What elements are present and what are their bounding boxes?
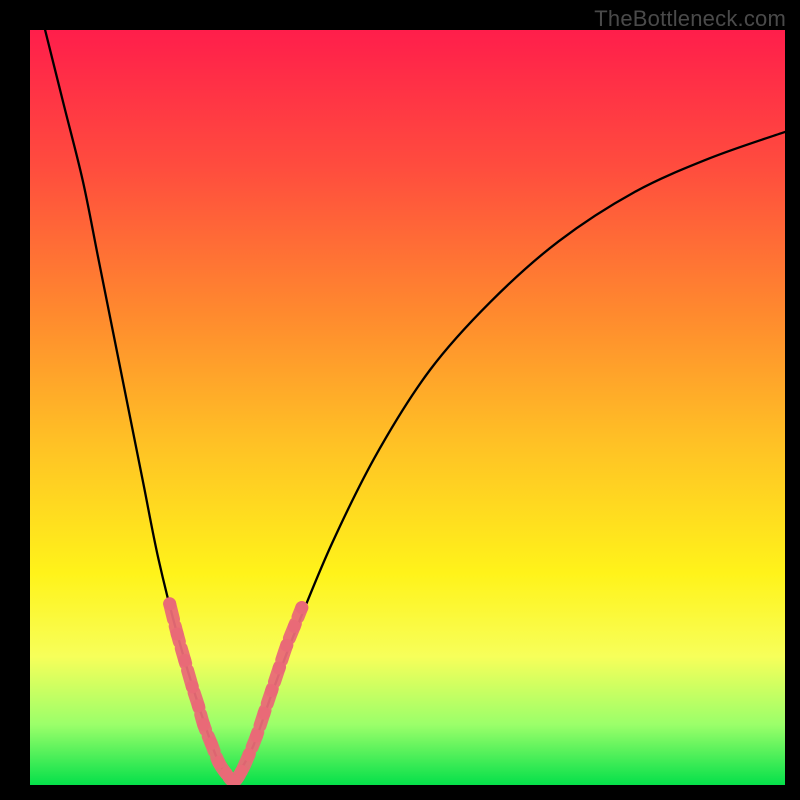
- marker-dot: [280, 639, 293, 652]
- right-branch-curve-path: [234, 132, 785, 781]
- marker-dot: [171, 628, 184, 641]
- left-branch-curve-path: [45, 30, 234, 781]
- marker-dot: [273, 661, 286, 674]
- marker-dot: [250, 729, 263, 742]
- marker-dot: [288, 620, 301, 633]
- marker-dot: [295, 601, 308, 614]
- marker-dot: [178, 654, 191, 667]
- left-branch-curve: [45, 30, 234, 781]
- plot-area: [30, 30, 785, 785]
- marker-dot: [242, 748, 255, 761]
- marker-dot: [205, 737, 218, 750]
- marker-dot: [235, 765, 248, 778]
- marker-dot: [212, 756, 225, 769]
- marker-dot: [163, 597, 176, 610]
- chart-frame: TheBottleneck.com: [0, 0, 800, 800]
- marker-dot: [258, 707, 271, 720]
- marker-dot: [186, 680, 199, 693]
- marker-layer: [163, 597, 308, 785]
- chart-svg: [30, 30, 785, 785]
- right-branch-curve: [234, 132, 785, 781]
- marker-dot: [265, 684, 278, 697]
- watermark-text: TheBottleneck.com: [594, 6, 786, 32]
- marker-dot: [197, 718, 210, 731]
- marker-dot: [192, 699, 205, 712]
